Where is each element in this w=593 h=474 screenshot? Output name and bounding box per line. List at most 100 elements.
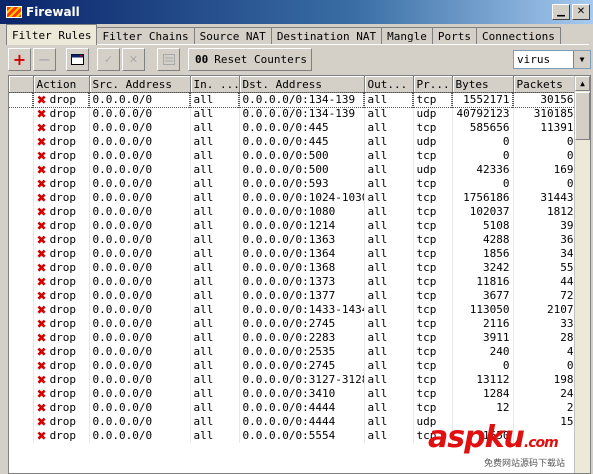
remove-rule-button[interactable]: − [33,48,56,71]
table-row[interactable]: ✖ drop 0.0.0.0/0 all 0.0.0.0/0:1364 all tcp 185… [9,247,578,261]
cell-proto: udp [413,163,453,177]
table-row[interactable]: ✖ drop 0.0.0.0/0 all 0.0.0.0/0:3410 all tcp 128… [9,387,578,401]
reset-counters-label: Reset Counters [214,53,307,66]
cell-in: all [190,387,240,401]
col-header-src-address[interactable]: Src. Address [89,76,191,93]
table-row[interactable]: ✖ drop 0.0.0.0/0 all 0.0.0.0/0:1080 all tcp 102… [9,205,578,219]
col-header-action[interactable]: Action [33,76,90,93]
cell-bytes: 240 [452,345,514,359]
table-row[interactable]: ✖ drop 0.0.0.0/0 all 0.0.0.0/0:445 all tcp 5856… [9,121,578,135]
cell-packets: 0 [513,149,578,163]
cell-out: all [364,429,414,443]
cell-proto: tcp [413,191,453,205]
cell-proto: tcp [413,177,453,191]
cell-action: ✖ drop [33,191,90,205]
table-row[interactable]: ✖ drop 0.0.0.0/0 all 0.0.0.0/0:4444 all tcp 12 2 [9,401,578,415]
disable-button[interactable]: ✕ [122,48,145,71]
cell-action: ✖ drop [33,275,90,289]
col-header-flags[interactable] [9,76,34,93]
close-button[interactable]: ✕ [572,4,590,20]
cell-bytes: 0 [452,135,514,149]
cell-flags [9,289,34,303]
cell-out: all [364,121,414,135]
chevron-down-icon[interactable]: ▼ [573,51,590,68]
col-header-in-interface[interactable]: In. ... [190,76,240,93]
table-row[interactable]: ✖ drop 0.0.0.0/0 all 0.0.0.0/0:500 all tcp 0 0 [9,149,578,163]
table-row[interactable]: ✖ drop 0.0.0.0/0 all 0.0.0.0/0:1363 all tcp 428… [9,233,578,247]
tab-mangle[interactable]: Mangle [381,27,433,45]
cell-in: all [190,275,240,289]
tab-filter-chains[interactable]: Filter Chains [96,27,195,45]
cell-in: all [190,149,240,163]
table-row[interactable]: ✖ drop 0.0.0.0/0 all 0.0.0.0/0:2535 all tcp 240… [9,345,578,359]
tab-source-nat[interactable]: Source NAT [193,27,272,45]
table-row[interactable]: ✖ drop 0.0.0.0/0 all 0.0.0.0/0:2283 all tcp 391… [9,331,578,345]
vertical-scrollbar[interactable]: ▲ [574,76,590,473]
cell-dst: 0.0.0.0/0:2745 [239,359,365,373]
cell-flags [9,163,34,177]
properties-button[interactable] [66,48,89,71]
cell-in: all [190,107,240,121]
table-row[interactable]: ✖ drop 0.0.0.0/0 all 0.0.0.0/0:593 all tcp 0 0 [9,177,578,191]
enable-button[interactable]: ✓ [97,48,120,71]
cell-action: ✖ drop [33,359,90,373]
cell-bytes: 102037 [452,205,514,219]
scroll-thumb[interactable] [575,92,590,140]
tab-connections[interactable]: Connections [476,27,561,45]
table-row[interactable]: ✖ drop 0.0.0.0/0 all 0.0.0.0/0:2745 all tcp 211… [9,317,578,331]
cell-src: 0.0.0.0/0 [89,205,191,219]
cell-proto: tcp [413,149,453,163]
cell-bytes: 585656 [452,121,514,135]
cell-action: ✖ drop [33,163,90,177]
cell-in: all [190,331,240,345]
cell-bytes: 0 [452,149,514,163]
cell-src: 0.0.0.0/0 [89,303,191,317]
col-header-bytes[interactable]: Bytes [452,76,514,93]
cell-proto: tcp [413,247,453,261]
cell-dst: 0.0.0.0/0:1363 [239,233,365,247]
cell-proto: tcp [413,289,453,303]
scroll-up-icon[interactable]: ▲ [575,76,590,91]
minimize-button[interactable]: ▁ [552,4,570,20]
cell-bytes: 1284 [452,387,514,401]
cell-action: ✖ drop [33,289,90,303]
table-row[interactable]: ✖ drop 0.0.0.0/0 all 0.0.0.0/0:1373 all tcp 118… [9,275,578,289]
table-row[interactable]: ✖ drop 0.0.0.0/0 all 0.0.0.0/0:134-139 all udp… [9,107,578,121]
cell-src: 0.0.0.0/0 [89,177,191,191]
tab-ports[interactable]: Ports [431,27,478,45]
chain-filter-select[interactable]: virus ▼ [513,50,591,69]
col-header-packets[interactable]: Packets [513,76,578,93]
cell-src: 0.0.0.0/0 [89,289,191,303]
table-row[interactable]: ✖ drop 0.0.0.0/0 all 0.0.0.0/0:445 all udp 0 0 [9,135,578,149]
reset-counters-button[interactable]: 00 Reset Counters [188,48,312,71]
cell-action: ✖ drop [33,261,90,275]
cell-bytes: 113050 [452,303,514,317]
drop-icon: ✖ [36,401,47,415]
tab-filter-rules[interactable]: Filter Rules [6,24,98,45]
table-row[interactable]: ✖ drop 0.0.0.0/0 all 0.0.0.0/0:500 all udp 4233… [9,163,578,177]
table-row[interactable]: ✖ drop 0.0.0.0/0 all 0.0.0.0/0:1377 all tcp 367… [9,289,578,303]
drop-icon: ✖ [36,275,47,289]
check-icon: ✓ [103,53,114,66]
cell-dst: 0.0.0.0/0:1373 [239,275,365,289]
cell-out: all [364,205,414,219]
table-row[interactable]: ✖ drop 0.0.0.0/0 all 0.0.0.0/0:3127-3128 all t… [9,373,578,387]
action-label: drop [49,317,77,330]
table-row[interactable]: ✖ drop 0.0.0.0/0 all 0.0.0.0/0:1368 all tcp 324… [9,261,578,275]
table-row[interactable]: ✖ drop 0.0.0.0/0 all 0.0.0.0/0:1214 all tcp 510… [9,219,578,233]
plus-icon: + [12,50,27,69]
action-label: drop [49,163,77,176]
col-header-protocol[interactable]: Pr... [413,76,453,93]
col-header-dst-address[interactable]: Dst. Address [239,76,365,93]
cell-dst: 0.0.0.0/0:1364 [239,247,365,261]
cell-bytes: 0 [452,359,514,373]
table-row[interactable]: ✖ drop 0.0.0.0/0 all 0.0.0.0/0:1433-1434 all t… [9,303,578,317]
comment-button[interactable] [157,48,180,71]
tab-destination-nat[interactable]: Destination NAT [270,27,383,45]
table-row[interactable]: ✖ drop 0.0.0.0/0 all 0.0.0.0/0:1024-1030 all t… [9,191,578,205]
cell-flags [9,121,34,135]
add-rule-button[interactable]: + [8,48,31,71]
table-row[interactable]: ✖ drop 0.0.0.0/0 all 0.0.0.0/0:134-139 all tcp… [9,91,578,108]
table-row[interactable]: ✖ drop 0.0.0.0/0 all 0.0.0.0/0:2745 all tcp 0 0 [9,359,578,373]
col-header-out-interface[interactable]: Out... [364,76,414,93]
